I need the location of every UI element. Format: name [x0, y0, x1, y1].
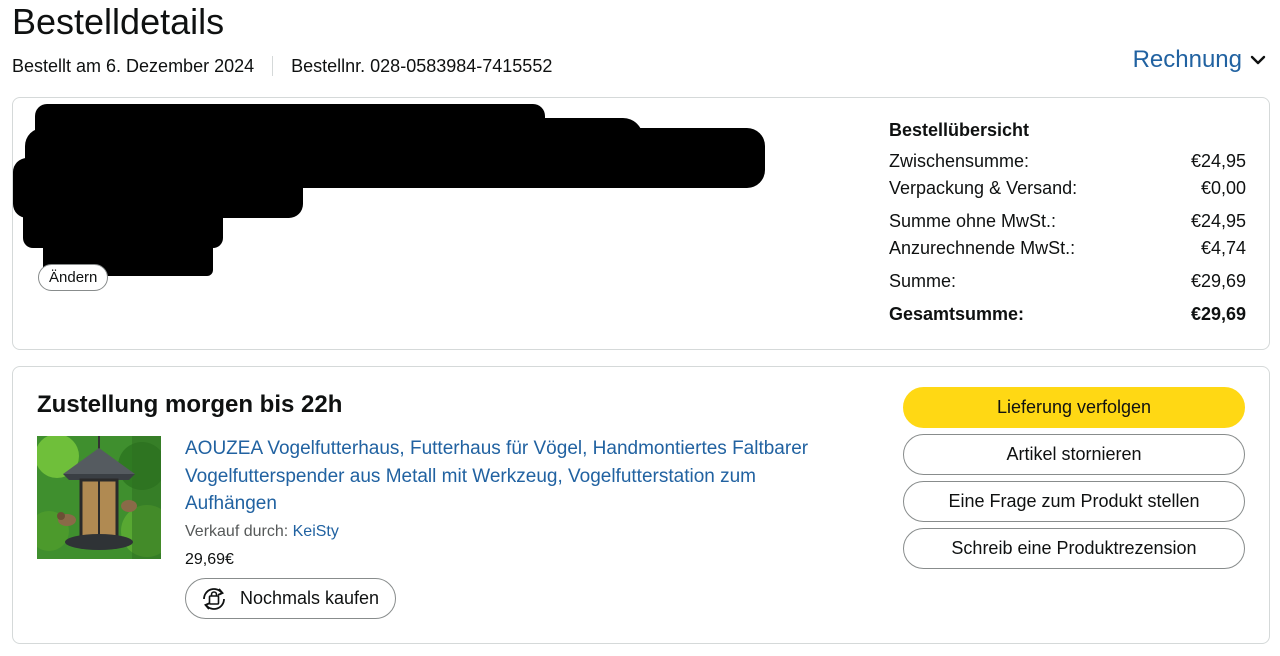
summary-value: €24,95 [1190, 211, 1246, 231]
summary-value: €0,00 [1200, 178, 1246, 198]
order-number: Bestellnr. 028-0583984-7415552 [291, 56, 553, 76]
product-price: 29,69€ [185, 551, 234, 568]
shipment-card: Zustellung morgen bis 22h AOUZEA Vogelfu… [12, 366, 1270, 644]
product-image[interactable] [37, 436, 161, 559]
summary-row-sum: Summe: €29,69 [889, 268, 1246, 295]
delivery-status: Zustellung morgen bis 22h [37, 391, 343, 418]
redacted-address [13, 104, 765, 276]
order-summary: Bestellübersicht Zwischensumme: €24,95 V… [889, 118, 1246, 328]
buy-again-label: Nochmals kaufen [240, 588, 380, 608]
summary-row-subtotal: Zwischensumme: €24,95 [889, 148, 1246, 175]
summary-value: €4,74 [1200, 238, 1246, 258]
summary-label: Summe ohne MwSt.: [889, 211, 1057, 231]
meta-divider [272, 56, 274, 76]
buy-again-icon [203, 587, 225, 610]
track-delivery-button[interactable]: Lieferung verfolgen [903, 387, 1245, 428]
summary-label: Summe: [889, 271, 957, 291]
summary-label: Verpackung & Versand: [889, 178, 1078, 198]
summary-label: Anzurechnende MwSt.: [889, 238, 1076, 258]
summary-value: €24,95 [1190, 151, 1246, 171]
page-title: Bestelldetails [12, 1, 225, 42]
shipment-actions: Lieferung verfolgen Artikel stornieren E… [903, 387, 1245, 575]
change-address-button[interactable]: Ändern [38, 264, 109, 291]
order-date: Bestellt am 6. Dezember 2024 [12, 56, 255, 76]
summary-label: Gesamtsumme: [889, 304, 1025, 324]
summary-value: €29,69 [1190, 304, 1246, 324]
ask-question-button[interactable]: Eine Frage zum Produkt stellen [903, 481, 1245, 522]
summary-row-vat: Anzurechnende MwSt.: €4,74 [889, 235, 1246, 262]
seller-link[interactable]: KeiSty [293, 523, 339, 540]
summary-row-total: Gesamtsumme: €29,69 [889, 301, 1246, 328]
summary-row-shipping: Verpackung & Versand: €0,00 [889, 175, 1246, 202]
order-info-card: Ändern Bestellübersicht Zwischensumme: €… [12, 97, 1270, 350]
invoice-dropdown[interactable]: Rechnung [1133, 46, 1266, 74]
write-review-button[interactable]: Schreib eine Produktrezension [903, 528, 1245, 569]
seller-prefix: Verkauf durch: [185, 523, 289, 540]
order-meta: Bestellt am 6. Dezember 2024 Bestellnr. … [12, 54, 552, 78]
summary-title: Bestellübersicht [889, 120, 1030, 140]
cancel-item-button[interactable]: Artikel stornieren [903, 434, 1245, 475]
chevron-down-icon [1250, 55, 1266, 65]
summary-value: €29,69 [1190, 271, 1246, 291]
invoice-label: Rechnung [1132, 46, 1242, 73]
summary-row-net: Summe ohne MwSt.: €24,95 [889, 208, 1246, 235]
buy-again-button[interactable]: Nochmals kaufen [185, 578, 396, 619]
summary-label: Zwischensumme: [889, 151, 1030, 171]
product-title-link[interactable]: AOUZEA Vogelfutterhaus, Futterhaus für V… [185, 435, 845, 518]
seller-info: Verkauf durch: KeiSty [185, 521, 339, 543]
